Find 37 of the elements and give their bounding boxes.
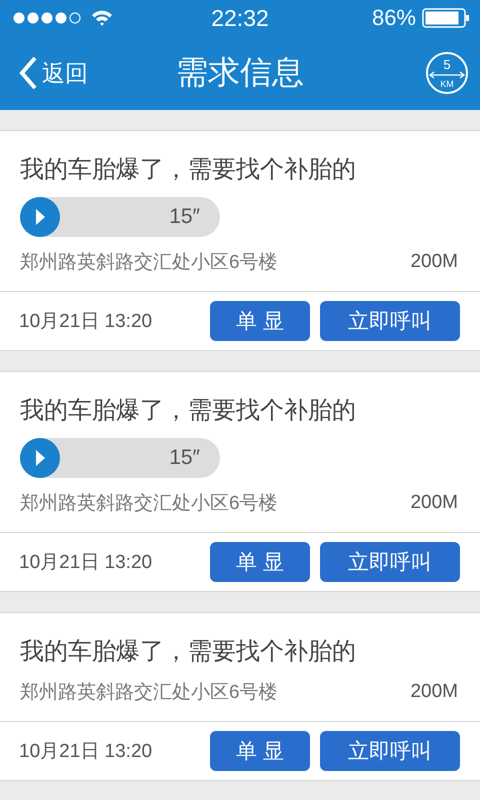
play-icon: [20, 438, 60, 478]
page-title: 需求信息: [176, 53, 304, 92]
distance-text: 200M: [410, 681, 458, 703]
wifi-icon: [91, 10, 113, 26]
call-button[interactable]: 立即呼叫: [320, 301, 460, 341]
range-value: 5: [443, 58, 451, 70]
back-button[interactable]: 返回: [18, 56, 88, 90]
voice-message[interactable]: 15″: [20, 438, 220, 478]
request-title: 我的车胎爆了，需要找个补胎的: [20, 637, 357, 667]
detail-button[interactable]: 单 显: [210, 301, 310, 341]
detail-button[interactable]: 单 显: [210, 542, 310, 582]
distance-text: 200M: [410, 492, 458, 514]
call-button[interactable]: 立即呼叫: [320, 731, 460, 771]
address-text: 郑州路英斜路交汇处小区6号楼: [20, 492, 278, 516]
back-label: 返回: [42, 58, 88, 88]
range-unit: KM: [440, 78, 454, 88]
request-title: 我的车胎爆了，需要找个补胎的: [20, 155, 357, 185]
double-arrow-icon: [429, 70, 465, 78]
voice-message[interactable]: 15″: [20, 197, 220, 237]
voice-duration: 15″: [169, 446, 200, 470]
clock-time: 22:32: [211, 4, 269, 32]
signal-icon: [13, 12, 83, 24]
request-time: 10月21日 13:20: [19, 310, 154, 334]
battery-percent: 86%: [372, 5, 416, 31]
battery-icon: [422, 8, 470, 28]
request-time: 10月21日 13:20: [19, 551, 154, 575]
chevron-left-icon: [18, 56, 38, 90]
address-text: 郑州路英斜路交汇处小区6号楼: [20, 251, 278, 275]
play-icon: [20, 197, 60, 237]
voice-duration: 15″: [169, 205, 200, 229]
request-time: 10月21日 13:20: [19, 740, 154, 764]
address-text: 郑州路英斜路交汇处小区6号楼: [20, 681, 278, 705]
call-button[interactable]: 立即呼叫: [320, 542, 460, 582]
request-title: 我的车胎爆了，需要找个补胎的: [20, 396, 357, 426]
distance-text: 200M: [410, 251, 458, 273]
range-button[interactable]: 5 KM: [426, 52, 468, 94]
detail-button[interactable]: 单 显: [210, 731, 310, 771]
